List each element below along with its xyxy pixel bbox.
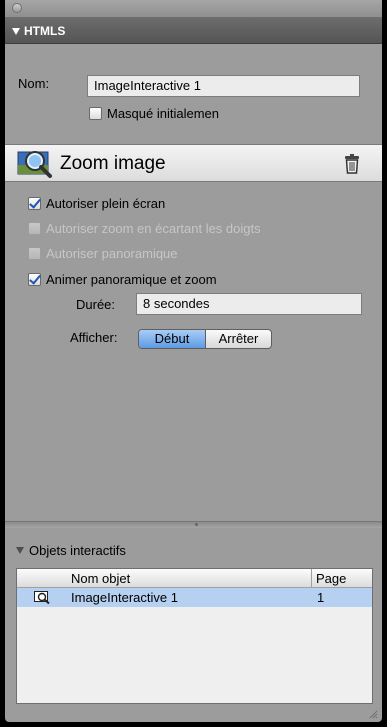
section-title: HTMLS xyxy=(24,24,66,38)
disclosure-triangle-icon[interactable] xyxy=(16,547,24,554)
animate-label: Animer panoramique et zoom xyxy=(46,272,217,287)
row-page: 1 xyxy=(317,590,325,605)
pinch-zoom-label: Autoriser zoom en écartant les doigts xyxy=(46,221,261,236)
disclosure-triangle-icon[interactable] xyxy=(12,28,20,35)
name-label: Nom: xyxy=(18,76,50,91)
title-bar xyxy=(5,0,382,18)
inspector-panel: HTMLS Nom: ImageInteractive 1 Masqué ini… xyxy=(5,0,382,722)
objects-section-title: Objets interactifs xyxy=(29,543,126,558)
htmls-section-header[interactable]: HTMLS xyxy=(5,18,382,44)
panorama-label: Autoriser panoramique xyxy=(46,246,178,261)
display-segmented-control: Début Arrêter xyxy=(138,329,272,349)
zoom-image-icon xyxy=(34,591,50,604)
panorama-checkbox[interactable] xyxy=(28,247,41,260)
objects-table: Nom objet Page ImageInteractive 1 1 xyxy=(16,568,373,704)
display-stop-segment[interactable]: Arrêter xyxy=(206,330,271,348)
splitter-grip-icon xyxy=(195,523,198,526)
fullscreen-label: Autoriser plein écran xyxy=(46,196,166,211)
zoom-image-icon xyxy=(17,151,52,178)
column-divider[interactable] xyxy=(311,569,312,587)
fullscreen-checkbox[interactable] xyxy=(28,197,41,210)
column-header-name[interactable]: Nom objet xyxy=(71,571,130,586)
duration-field[interactable]: 8 secondes xyxy=(136,293,362,315)
display-label: Afficher: xyxy=(70,330,118,345)
resize-grip-icon[interactable] xyxy=(369,710,378,719)
table-row[interactable]: ImageInteractive 1 1 xyxy=(17,588,372,607)
pane-splitter[interactable] xyxy=(5,521,382,528)
table-header: Nom objet Page xyxy=(17,569,372,588)
name-field[interactable]: ImageInteractive 1 xyxy=(87,75,360,97)
hidden-initially-label: Masqué initialemen xyxy=(107,106,220,121)
duration-label: Durée: xyxy=(76,297,116,312)
widget-header: Zoom image xyxy=(5,144,382,182)
display-start-segment[interactable]: Début xyxy=(139,330,206,348)
row-name: ImageInteractive 1 xyxy=(71,590,178,605)
hidden-initially-checkbox[interactable] xyxy=(89,107,102,120)
pinch-zoom-checkbox[interactable] xyxy=(28,222,41,235)
widget-title: Zoom image xyxy=(60,153,166,174)
column-header-page[interactable]: Page xyxy=(316,571,346,586)
close-button[interactable] xyxy=(12,3,22,13)
animate-checkbox[interactable] xyxy=(28,273,41,286)
trash-icon[interactable] xyxy=(344,154,360,174)
